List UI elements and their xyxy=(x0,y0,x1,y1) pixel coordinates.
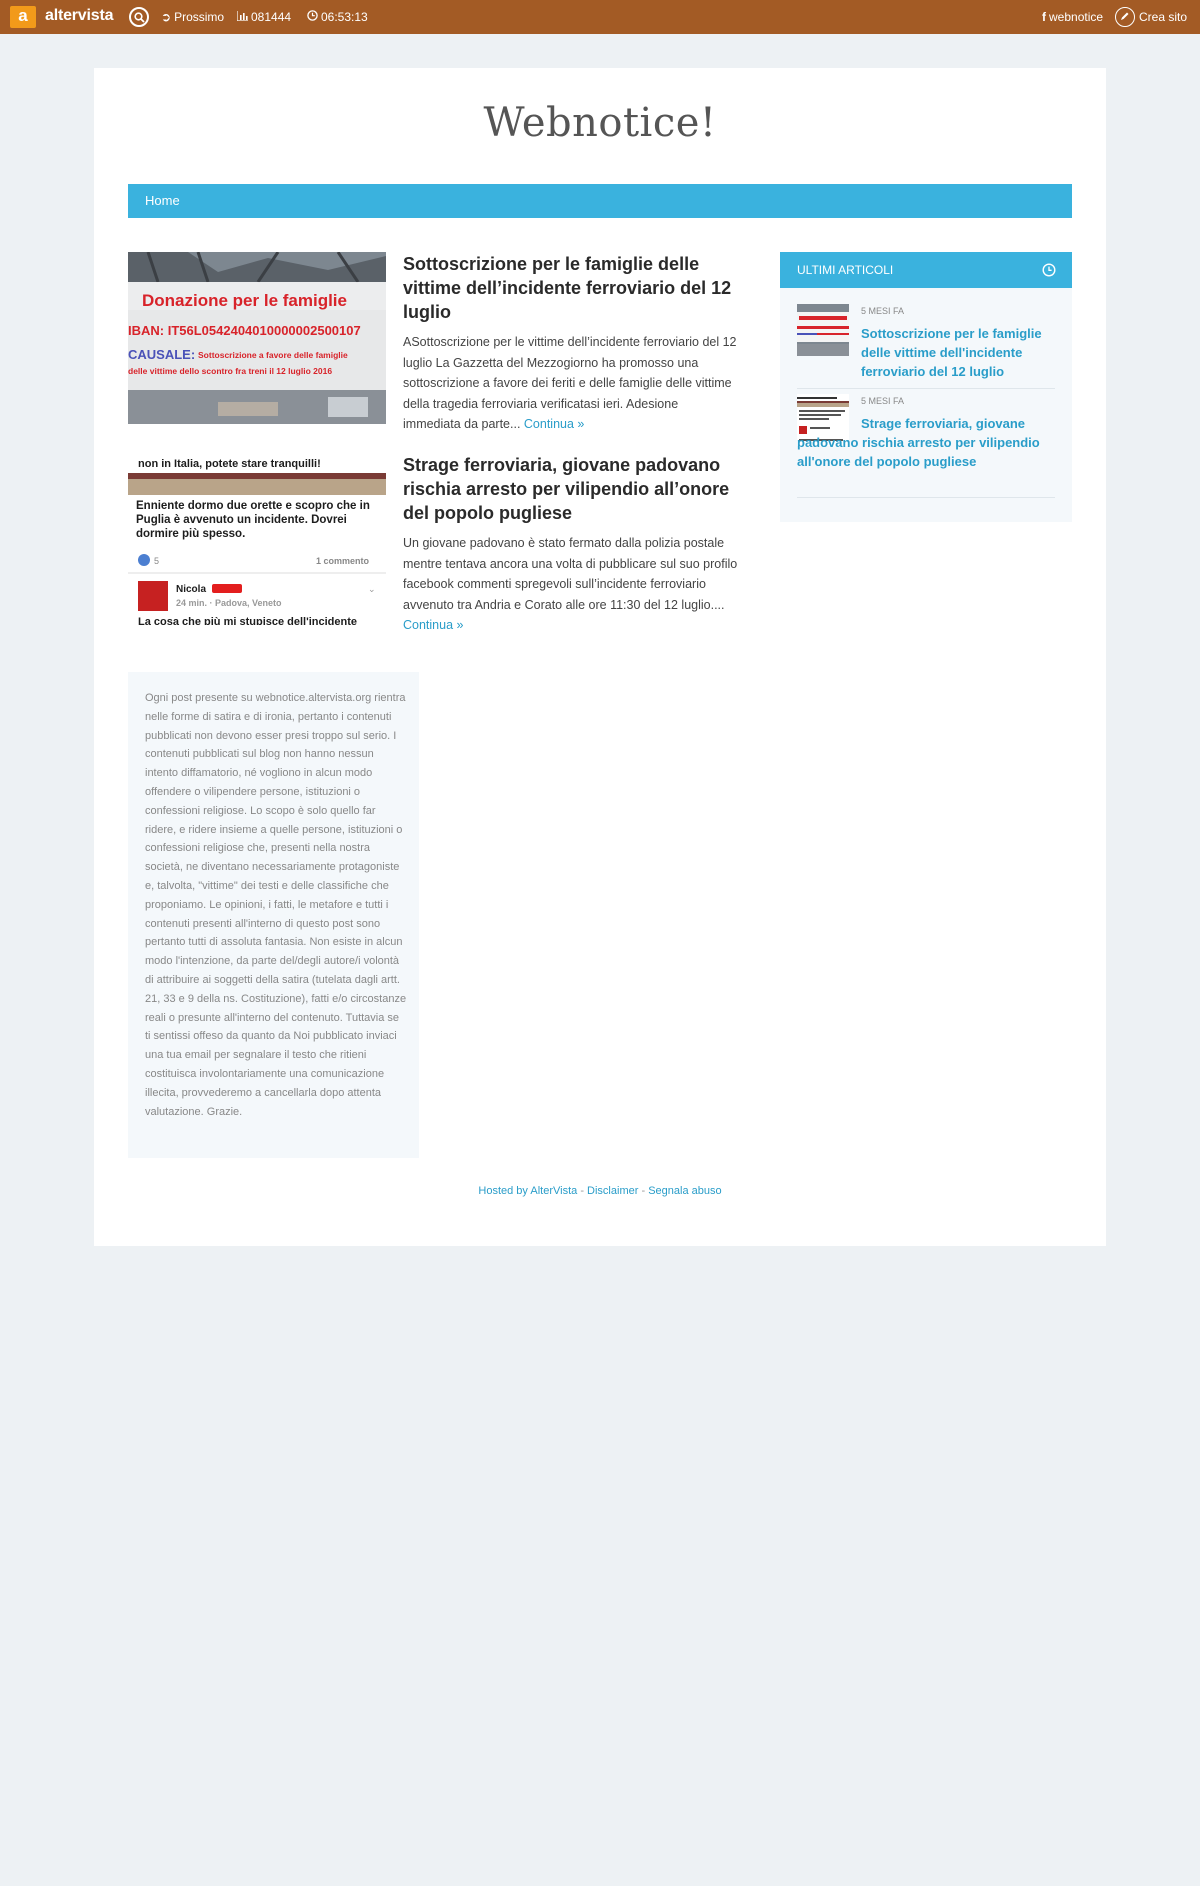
thumb-line-1: non in Italia, potete stare tranquilli! xyxy=(138,458,321,470)
sidebar-heading: ULTIMI ARTICOLI xyxy=(797,263,894,277)
thumb-line-2: IBAN: IT56L0542404010000002500107 xyxy=(128,323,361,338)
facebook-post-image: non in Italia, potete stare tranquilli! … xyxy=(128,453,386,625)
hosted-by-link[interactable]: Hosted by AlterVista xyxy=(478,1185,577,1197)
post-thumbnail[interactable]: non in Italia, potete stare tranquilli! … xyxy=(128,453,386,625)
thumb-line-3: CAUSALE: xyxy=(128,347,195,362)
sidebar-item[interactable]: 5 MESI FA Sottoscrizione per le famiglie… xyxy=(797,304,1055,389)
sidebar-item-date: 5 MESI FA xyxy=(861,396,905,406)
disclaimer-text: Ogni post presente su webnotice.altervis… xyxy=(145,692,407,1118)
sidebar-item-title[interactable]: Sottoscrizione per le famiglie delle vit… xyxy=(861,324,1055,381)
sidebar-recent-posts: ULTIMI ARTICOLI 5 MESI FA Sottoscrizione… xyxy=(780,252,1072,522)
time-value: 06:53:13 xyxy=(321,10,368,24)
time-counter: 06:53:13 xyxy=(307,10,368,24)
thumb-likes: 5 xyxy=(154,556,159,566)
post-card: non in Italia, potete stare tranquilli! … xyxy=(128,453,738,632)
altervista-toolbar: a altervista ➲ Prossimo 081444 06:53:13 f… xyxy=(0,0,1200,34)
brand-name[interactable]: altervista xyxy=(45,7,113,25)
post-excerpt: Un giovane padovano è stato fermato dall… xyxy=(403,533,738,636)
svg-text:⌄: ⌄ xyxy=(368,584,376,594)
thumb-comments: 1 commento xyxy=(316,556,370,566)
continue-link[interactable]: Continua » xyxy=(403,618,463,632)
page-container: Webnotice! Home Donazione per le famigli… xyxy=(94,68,1106,1246)
post-title[interactable]: Strage ferroviaria, giovane padovano ris… xyxy=(403,453,738,525)
report-abuse-link[interactable]: Segnala abuso xyxy=(648,1185,721,1197)
nav-home-link[interactable]: Home xyxy=(145,193,180,208)
facebook-label: webnotice xyxy=(1049,10,1104,24)
sidebar-item-thumbnail[interactable] xyxy=(797,304,849,356)
logo-letter: a xyxy=(18,6,28,25)
post-card: Donazione per le famiglie IBAN: IT56L054… xyxy=(128,252,738,431)
visits-value: 081444 xyxy=(251,10,292,24)
thumb-line-4: delle vittime dello scontro fra treni il… xyxy=(128,366,332,376)
thumb-line-3b: Sottoscrizione a favore delle famiglie xyxy=(198,350,348,360)
altervista-logo[interactable]: a xyxy=(10,6,36,28)
post-title[interactable]: Sottoscrizione per le famiglie delle vit… xyxy=(403,252,738,324)
site-title[interactable]: Webnotice! xyxy=(94,100,1106,146)
prossimo-link[interactable]: ➲ Prossimo xyxy=(161,10,224,24)
donation-banner-image: Donazione per le famiglie IBAN: IT56L054… xyxy=(128,252,386,424)
post-excerpt: ASottoscrizione per le vittime dell’inci… xyxy=(403,332,738,435)
post-thumbnail[interactable]: Donazione per le famiglie IBAN: IT56L054… xyxy=(128,252,386,424)
main-nav: Home xyxy=(128,184,1072,218)
thumb-meta: 24 min. · Padova, Veneto xyxy=(176,598,282,608)
prossimo-label: Prossimo xyxy=(174,10,225,24)
thumb-line-2: Enniente dormo due orette e scopro che i… xyxy=(136,500,370,540)
arrow-circle-icon: ➲ xyxy=(161,10,172,24)
thumb-line-last: La cosa che più mi stupisce dell'inciden… xyxy=(138,616,357,625)
sidebar-header: ULTIMI ARTICOLI xyxy=(780,252,1072,288)
disclaimer-link[interactable]: Disclaimer xyxy=(587,1185,638,1197)
disclaimer-widget: Ogni post presente su webnotice.altervis… xyxy=(128,672,419,1158)
footer-separator: - xyxy=(580,1185,584,1197)
post-excerpt-text: Un giovane padovano è stato fermato dall… xyxy=(403,536,738,612)
pencil-icon[interactable] xyxy=(1115,7,1135,27)
clock-icon xyxy=(1042,263,1056,280)
sidebar-item-title[interactable]: Strage ferroviaria, giovane padovano ris… xyxy=(797,414,1055,471)
crea-sito-link[interactable]: Crea sito xyxy=(1139,10,1187,24)
crea-sito-label: Crea sito xyxy=(1139,10,1188,24)
thumb-name: Nicola xyxy=(176,584,206,595)
bar-chart-icon xyxy=(236,10,248,24)
thumb-line-1: Donazione per le famiglie xyxy=(142,291,347,310)
facebook-link[interactable]: f webnotice xyxy=(1042,10,1103,24)
clock-icon xyxy=(307,10,318,24)
sidebar-item[interactable]: 5 MESI FA Strage ferroviaria, giovane pa… xyxy=(797,394,1055,498)
search-icon[interactable] xyxy=(129,7,149,27)
facebook-icon: f xyxy=(1042,10,1046,24)
continue-link[interactable]: Continua » xyxy=(524,417,584,431)
footer-separator: - xyxy=(641,1185,646,1197)
visits-counter: 081444 xyxy=(236,10,292,24)
site-footer: Hosted by AlterVista - Disclaimer - Segn… xyxy=(0,1185,1200,1197)
sidebar-item-date: 5 MESI FA xyxy=(861,306,905,316)
